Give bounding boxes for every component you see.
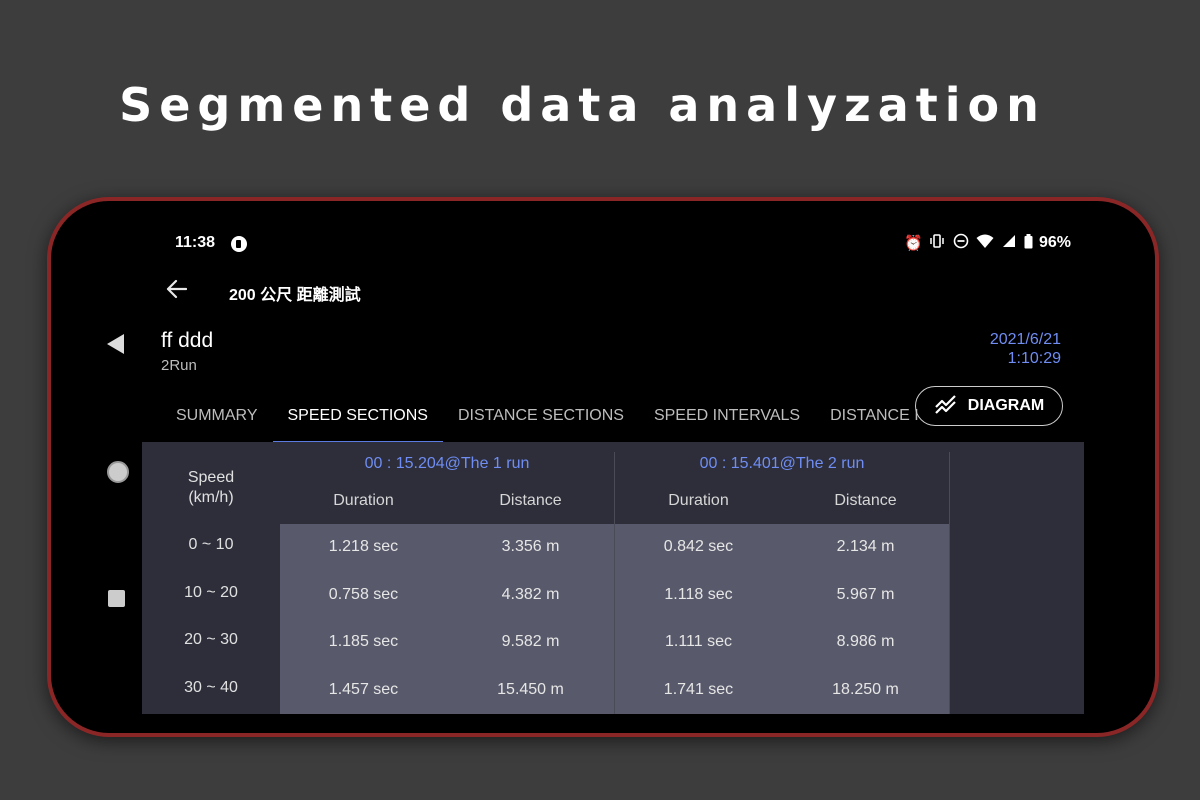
signal-icon — [1000, 234, 1018, 252]
tab-summary[interactable]: SUMMARY — [161, 397, 273, 442]
page-title: 200 公尺 距離測試 — [229, 287, 361, 304]
table-cell: 0.842 sec — [663, 538, 734, 555]
alarm-icon: ⏰ — [904, 235, 923, 252]
speed-range-1: 10 ~ 20 — [184, 584, 238, 601]
run-2-cells: 0.842 sec 2.134 m 1.118 sec 5.967 m 1.11… — [615, 524, 949, 714]
table-cell: 2.134 m — [836, 538, 895, 555]
battery-icon — [1024, 233, 1033, 253]
record-subtitle: 2Run — [161, 357, 197, 374]
table-cell: 1.185 sec — [328, 633, 399, 650]
app-notification-icon — [231, 236, 247, 252]
tab-speed-intervals[interactable]: SPEED INTERVALS — [639, 397, 815, 442]
status-time: 11:38 — [175, 234, 216, 251]
table-cell: 1.457 sec — [328, 681, 399, 698]
run-2-duration-header: Duration — [668, 492, 729, 509]
table-cell: 1.118 sec — [664, 586, 733, 603]
diagram-button-label: DIAGRAM — [967, 397, 1045, 414]
speed-column-header: Speed (km/h) — [142, 468, 280, 508]
run-1-distance-header: Distance — [499, 492, 562, 509]
nav-back-button[interactable] — [107, 334, 124, 354]
phone-screen: 11:38 ⏰ 96% 200 公尺 距離測試 ff ddd 2Run 2021… — [47, 197, 1159, 737]
table-cell: 1.111 sec — [664, 633, 732, 650]
headline: Segmented data analyzation — [119, 78, 1046, 132]
tab-distance-sections[interactable]: DISTANCE SECTIONS — [443, 397, 639, 442]
table-cell: 1.741 sec — [663, 681, 734, 698]
wifi-icon — [976, 234, 994, 253]
status-icons: ⏰ 96% — [904, 233, 1071, 253]
table-cell: 15.450 m — [497, 681, 564, 698]
record-name: ff ddd — [161, 329, 214, 352]
table-cell: 8.986 m — [836, 633, 895, 650]
table-cell: 0.758 sec — [328, 586, 399, 603]
nav-recents-button[interactable] — [108, 590, 125, 607]
run-1-duration-header: Duration — [333, 492, 394, 509]
chart-line-icon — [934, 394, 958, 419]
table-cell: 1.218 sec — [328, 538, 399, 555]
tab-speed-sections[interactable]: SPEED SECTIONS — [272, 397, 444, 444]
nav-home-button[interactable] — [107, 461, 129, 483]
table-cell: 9.582 m — [501, 633, 560, 650]
run-2-header: 00 : 15.401@The 2 run — [699, 455, 865, 472]
back-arrow-icon[interactable] — [165, 277, 188, 303]
record-datetime: 2021/6/21 1:10:29 — [990, 330, 1061, 368]
diagram-button[interactable]: DIAGRAM — [915, 386, 1063, 426]
speed-sections-table: Speed (km/h) 0 ~ 10 10 ~ 20 20 ~ 30 30 ~… — [142, 442, 1084, 714]
vibrate-icon — [928, 233, 946, 253]
speed-header-line1: Speed — [187, 469, 235, 486]
tab-bar: SUMMARY SPEED SECTIONS DISTANCE SECTIONS… — [161, 397, 933, 444]
table-cell: 3.356 m — [501, 538, 560, 555]
run-2-distance-header: Distance — [834, 492, 897, 509]
table-cell: 4.382 m — [501, 586, 560, 603]
column-divider — [949, 452, 950, 714]
run-1-header: 00 : 15.204@The 1 run — [364, 455, 530, 472]
battery-percent: 96% — [1039, 234, 1072, 251]
speed-header-line2: (km/h) — [188, 489, 234, 506]
run-1-cells: 1.218 sec 3.356 m 0.758 sec 4.382 m 1.18… — [280, 524, 614, 714]
record-date: 2021/6/21 — [989, 331, 1061, 348]
dnd-icon — [952, 233, 970, 253]
speed-range-3: 30 ~ 40 — [184, 679, 238, 696]
table-cell: 5.967 m — [836, 586, 895, 603]
run-2-group: 00 : 15.401@The 2 run Duration Distance … — [615, 442, 949, 714]
record-time: 1:10:29 — [1007, 350, 1061, 367]
speed-range-0: 0 ~ 10 — [188, 536, 234, 553]
speed-range-2: 20 ~ 30 — [184, 631, 238, 648]
run-1-group: 00 : 15.204@The 1 run Duration Distance … — [280, 442, 614, 714]
table-cell: 18.250 m — [832, 681, 899, 698]
